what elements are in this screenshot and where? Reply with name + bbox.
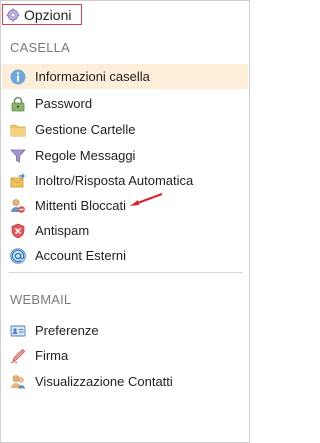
options-panel: Opzioni CASELLA Informazioni casella Pas… bbox=[0, 0, 250, 443]
section-title-casella: CASELLA bbox=[10, 40, 70, 55]
section-title-webmail: WEBMAIL bbox=[10, 292, 72, 307]
options-header[interactable]: Opzioni bbox=[2, 4, 82, 25]
forward-mail-icon bbox=[10, 173, 26, 189]
lock-icon bbox=[10, 96, 26, 112]
contacts-icon bbox=[10, 374, 26, 390]
menu-item-label: Account Esterni bbox=[35, 248, 127, 263]
menu-item-visualizzazione-contatti[interactable]: Visualizzazione Contatti bbox=[2, 369, 248, 394]
folder-icon bbox=[10, 122, 26, 138]
menu-item-regole-messaggi[interactable]: Regole Messaggi bbox=[2, 143, 248, 168]
section-divider bbox=[9, 272, 243, 273]
menu-item-gestione-cartelle[interactable]: Gestione Cartelle bbox=[2, 117, 248, 142]
menu-item-account-esterni[interactable]: Account Esterni bbox=[2, 243, 248, 268]
blocked-user-icon bbox=[10, 198, 26, 214]
menu-item-antispam[interactable]: Antispam bbox=[2, 218, 248, 243]
menu-item-label: Preferenze bbox=[35, 323, 99, 338]
page-title: Opzioni bbox=[24, 6, 72, 23]
menu-item-password[interactable]: Password bbox=[2, 91, 248, 116]
menu-item-preferenze[interactable]: Preferenze bbox=[2, 318, 248, 343]
menu-item-label: Password bbox=[35, 96, 93, 111]
menu-item-inoltro-risposta-automatica[interactable]: Inoltro/Risposta Automatica bbox=[2, 168, 248, 193]
menu-item-informazioni-casella[interactable]: Informazioni casella bbox=[2, 64, 248, 89]
menu-item-label: Antispam bbox=[35, 223, 90, 238]
id-card-icon bbox=[10, 323, 26, 339]
menu-item-label: Visualizzazione Contatti bbox=[35, 374, 173, 389]
menu-item-label: Informazioni casella bbox=[35, 69, 150, 84]
shield-icon bbox=[10, 223, 26, 239]
pen-icon bbox=[10, 348, 26, 364]
gear-icon bbox=[6, 8, 20, 22]
menu-item-label: Inoltro/Risposta Automatica bbox=[35, 173, 194, 188]
menu-item-label: Mittenti Bloccati bbox=[35, 198, 127, 213]
menu-item-label: Gestione Cartelle bbox=[35, 122, 136, 137]
annotation-arrow bbox=[130, 193, 163, 206]
menu-item-label: Regole Messaggi bbox=[35, 148, 136, 163]
menu-item-firma[interactable]: Firma bbox=[2, 343, 248, 368]
filter-icon bbox=[10, 148, 26, 164]
menu-item-mittenti-bloccati[interactable]: Mittenti Bloccati bbox=[2, 193, 248, 218]
menu-item-label: Firma bbox=[35, 348, 69, 363]
at-sign-icon bbox=[10, 247, 26, 264]
info-icon bbox=[10, 69, 26, 85]
